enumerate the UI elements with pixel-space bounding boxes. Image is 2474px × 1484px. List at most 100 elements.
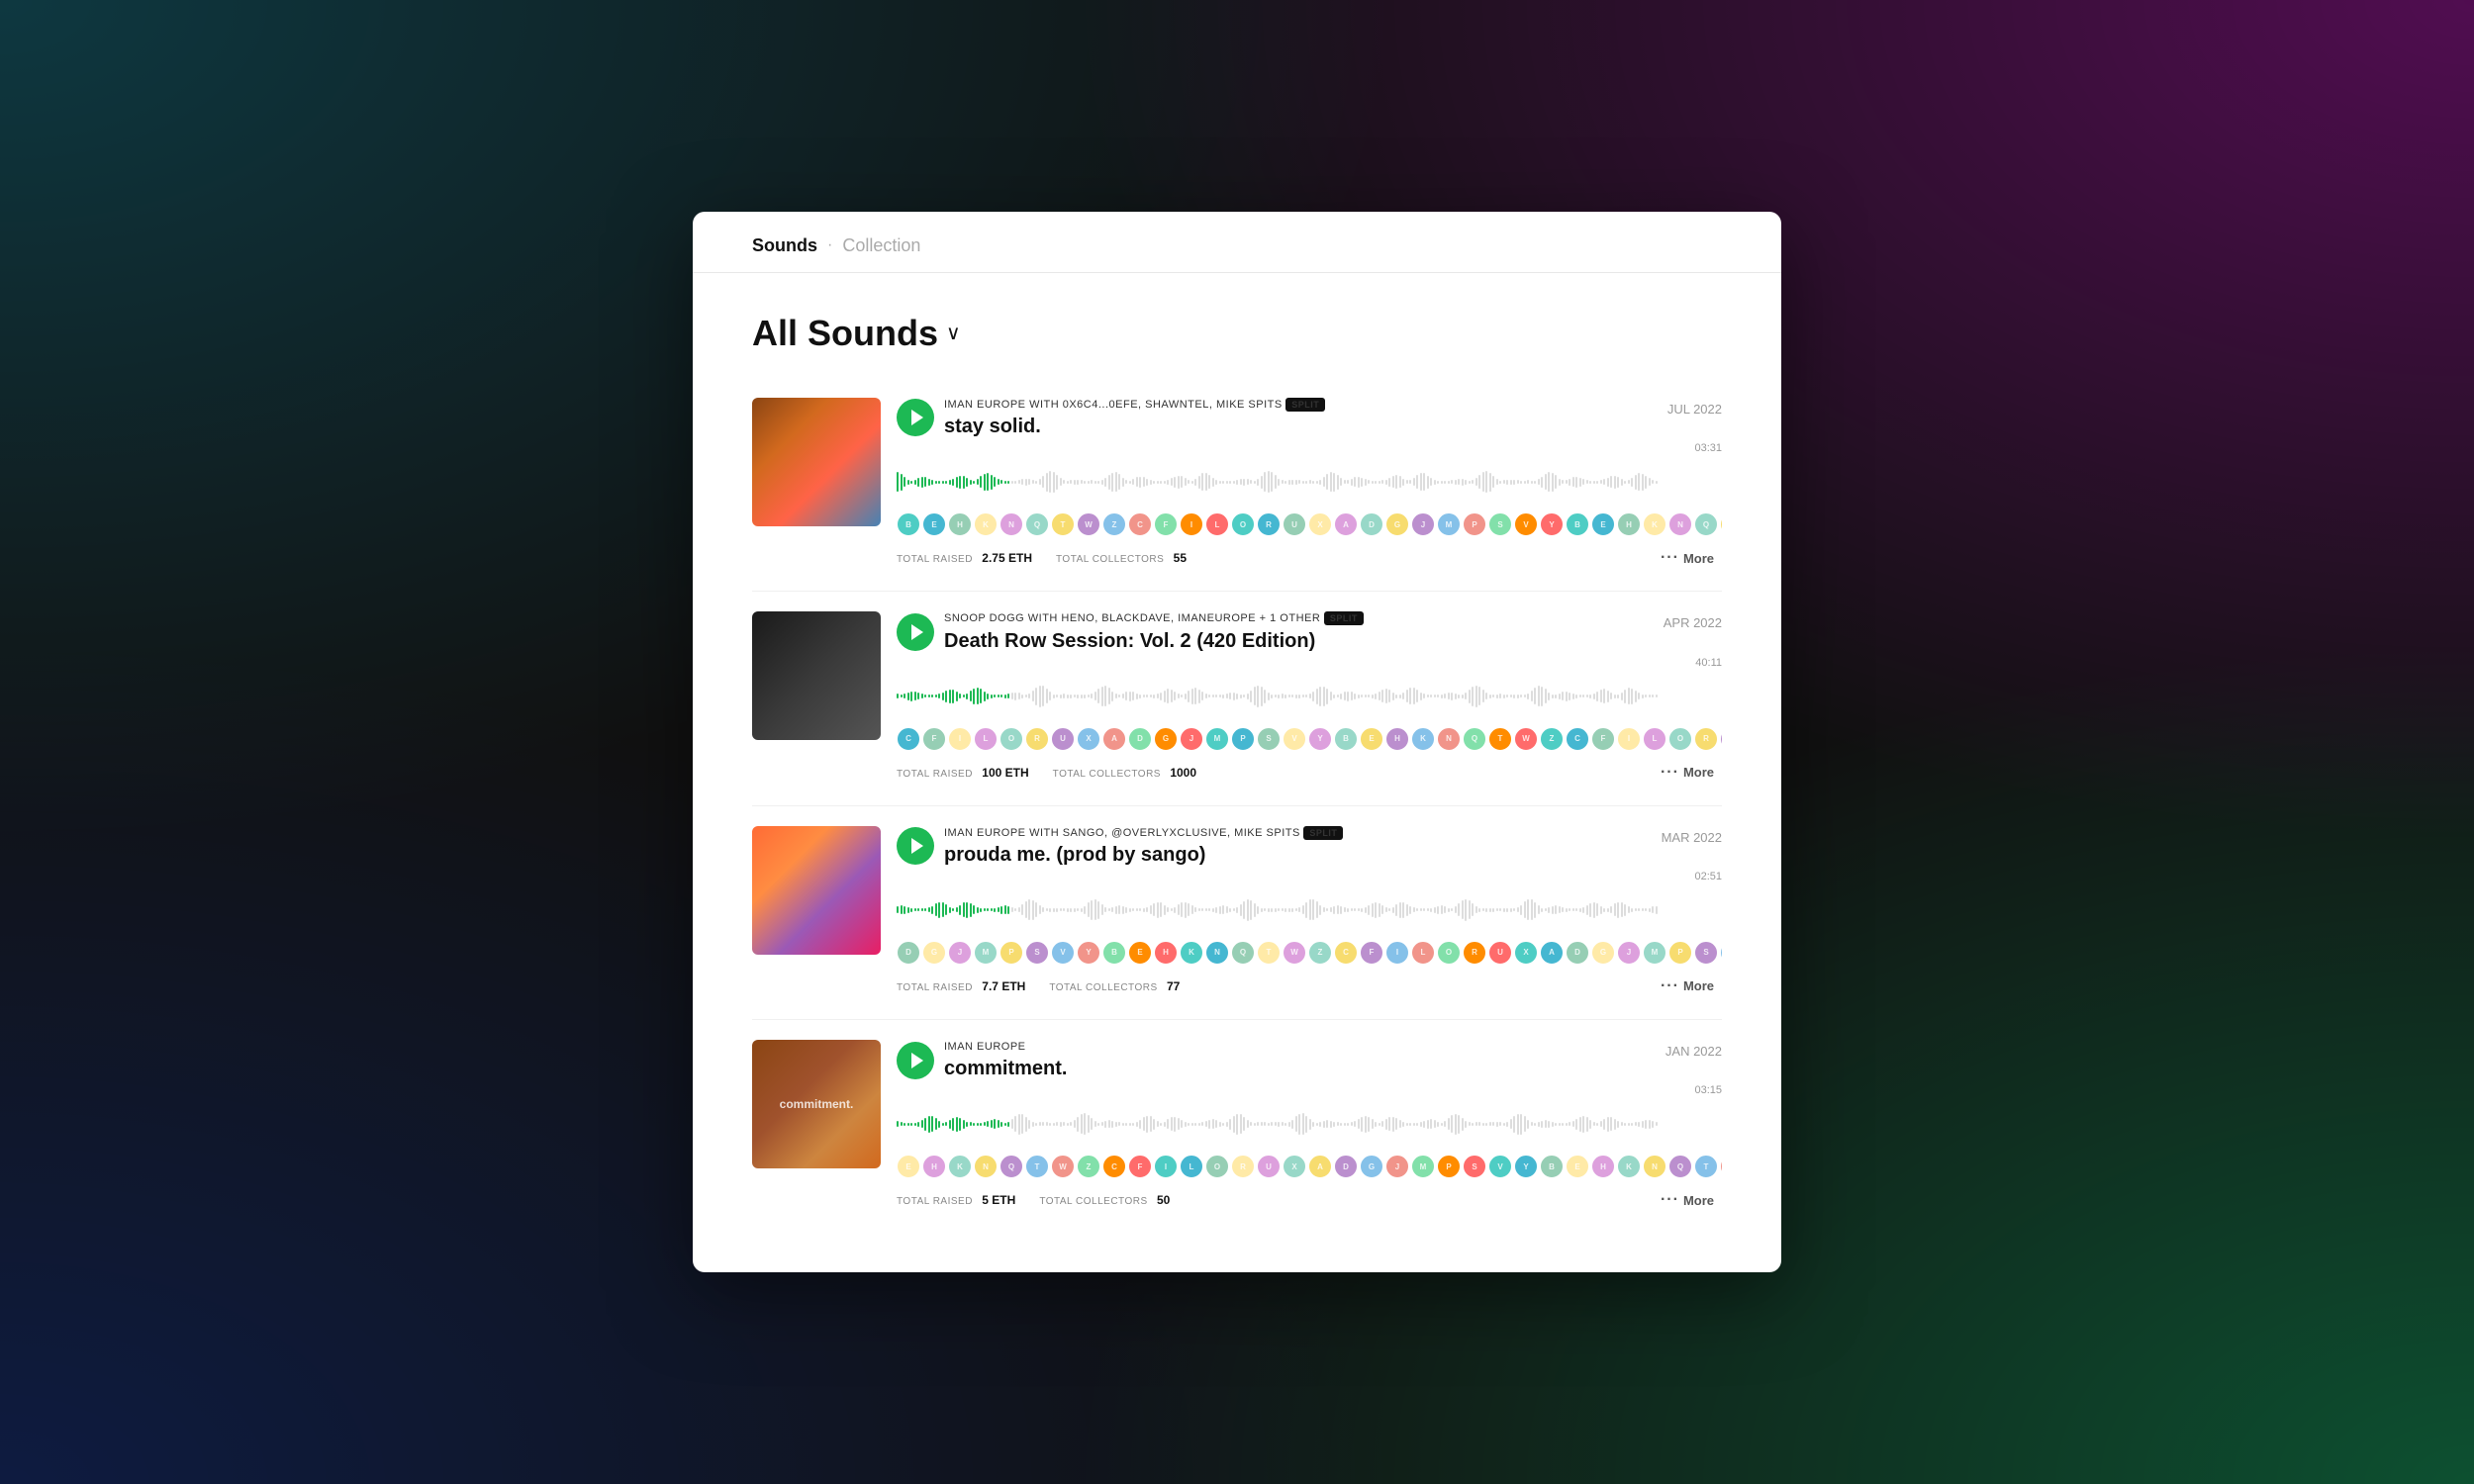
play-button-4[interactable] xyxy=(897,1042,934,1079)
more-dots-icon-1: ··· xyxy=(1661,549,1679,567)
collector-avatar: Q xyxy=(1025,512,1049,536)
collector-avatar: D xyxy=(1360,512,1383,536)
collector-avatar: F xyxy=(1591,727,1615,751)
main-panel: Sounds · Collection All Sounds ∨ xyxy=(693,212,1781,1273)
play-icon-1 xyxy=(911,410,923,425)
track-info-3: IMAN EUROPE WITH SANGO, @OVERLYXCLUSIVE,… xyxy=(944,826,1343,867)
collector-avatar: V xyxy=(1720,941,1722,965)
collector-avatar: P xyxy=(1668,941,1692,965)
collector-avatar: X xyxy=(1283,1155,1306,1178)
more-dots-icon-3: ··· xyxy=(1661,977,1679,995)
collector-avatar: S xyxy=(1463,1155,1486,1178)
collector-avatar: W xyxy=(1077,512,1100,536)
collector-avatar: Z xyxy=(1308,941,1332,965)
collector-avatar: C xyxy=(1334,941,1358,965)
play-icon-4 xyxy=(911,1053,923,1068)
play-button-1[interactable] xyxy=(897,399,934,436)
collectors-row-2: CFILORUXADGJMPSVYBEHKNQTWZCFILORUXADGJMP… xyxy=(897,726,1722,752)
collector-avatar: K xyxy=(974,512,998,536)
collectors-row-3: DGJMPSVYBEHKNQTWZCFILORUXADGJMPSVYBEHKNQ… xyxy=(897,940,1722,966)
collector-avatar: V xyxy=(1051,941,1075,965)
dropdown-arrow-icon[interactable]: ∨ xyxy=(946,321,961,345)
track-duration-1: 03:31 xyxy=(897,442,1722,454)
collector-avatar: R xyxy=(1257,512,1281,536)
collector-avatar: U xyxy=(1051,727,1075,751)
collector-avatar: T xyxy=(1488,727,1512,751)
collector-avatar: B xyxy=(897,512,920,536)
collector-avatar: Z xyxy=(1077,1155,1100,1178)
collector-avatar: V xyxy=(1488,1155,1512,1178)
track-title-1: stay solid. xyxy=(944,415,1325,438)
collector-avatar: F xyxy=(1360,941,1383,965)
more-button-4[interactable]: ··· More xyxy=(1653,1187,1722,1213)
track-date-2: APR 2022 xyxy=(1664,615,1722,630)
breadcrumb: Sounds · Collection xyxy=(693,212,1781,273)
collector-avatar: M xyxy=(974,941,998,965)
track-date-1: JUL 2022 xyxy=(1667,402,1722,417)
collector-avatar: C xyxy=(1566,727,1589,751)
collector-avatar: I xyxy=(1385,941,1409,965)
waveform-3 xyxy=(897,892,1722,932)
track-title-4: commitment. xyxy=(944,1057,1067,1080)
more-button-1[interactable]: ··· More xyxy=(1653,545,1722,571)
more-dots-icon-2: ··· xyxy=(1661,764,1679,782)
play-icon-3 xyxy=(911,838,923,854)
track-artwork-1 xyxy=(752,398,881,526)
collector-avatar: N xyxy=(1437,727,1461,751)
total-raised-label-3: TOTAL RAISED 7.7 ETH xyxy=(897,979,1025,993)
collector-avatar: B xyxy=(1566,512,1589,536)
play-button-2[interactable] xyxy=(897,613,934,651)
collector-avatar: A xyxy=(1308,1155,1332,1178)
track-date-4: JAN 2022 xyxy=(1665,1044,1722,1059)
collector-avatar: E xyxy=(897,1155,920,1178)
collector-avatar: N xyxy=(1668,512,1692,536)
track-meta-left-3: IMAN EUROPE WITH SANGO, @OVERLYXCLUSIVE,… xyxy=(897,826,1343,867)
collector-avatar: N xyxy=(1205,941,1229,965)
collector-avatar: P xyxy=(1437,1155,1461,1178)
collector-avatar: J xyxy=(1411,512,1435,536)
collector-avatar: X xyxy=(1077,727,1100,751)
split-badge-3: SPLIT xyxy=(1303,826,1343,840)
collector-avatar: G xyxy=(922,941,946,965)
collector-avatar: U xyxy=(1488,941,1512,965)
track-title-3: prouda me. (prod by sango) xyxy=(944,843,1343,867)
waveform-4 xyxy=(897,1106,1722,1146)
play-button-3[interactable] xyxy=(897,827,934,865)
collector-avatar: W xyxy=(1514,727,1538,751)
total-raised-label-4: TOTAL RAISED 5 ETH xyxy=(897,1193,1015,1207)
total-raised-label-1: TOTAL RAISED 2.75 ETH xyxy=(897,551,1032,565)
track-duration-4: 03:15 xyxy=(897,1084,1722,1096)
more-button-2[interactable]: ··· More xyxy=(1653,760,1722,786)
track-stats-4: TOTAL RAISED 5 ETH TOTAL COLLECTORS 50 xyxy=(897,1193,1170,1207)
collector-avatar: K xyxy=(1180,941,1203,965)
collector-avatar: R xyxy=(1463,941,1486,965)
collector-avatar: I xyxy=(948,727,972,751)
collector-avatar: F xyxy=(922,727,946,751)
collector-avatar: A xyxy=(1102,727,1126,751)
breadcrumb-sounds[interactable]: Sounds xyxy=(752,235,817,256)
collector-avatar: K xyxy=(948,1155,972,1178)
total-collectors-label-1: TOTAL COLLECTORS 55 xyxy=(1056,551,1187,565)
collector-avatar: T xyxy=(1051,512,1075,536)
track-artists-3: IMAN EUROPE WITH SANGO, @OVERLYXCLUSIVE,… xyxy=(944,826,1343,841)
track-footer-3: TOTAL RAISED 7.7 ETH TOTAL COLLECTORS 77… xyxy=(897,974,1722,999)
breadcrumb-collection[interactable]: Collection xyxy=(842,235,920,256)
collector-avatar: O xyxy=(1668,727,1692,751)
more-button-3[interactable]: ··· More xyxy=(1653,974,1722,999)
track-info-2: SNOOP DOGG WITH HENO, BLACKDAVE, IMANEUR… xyxy=(944,611,1364,652)
collector-avatar: W xyxy=(1720,1155,1722,1178)
collector-avatar: J xyxy=(1617,941,1641,965)
track-item-4: commitment. IMAN EUROPE commitment. xyxy=(752,1020,1722,1233)
track-title-2: Death Row Session: Vol. 2 (420 Edition) xyxy=(944,629,1364,653)
track-stats-2: TOTAL RAISED 100 ETH TOTAL COLLECTORS 10… xyxy=(897,766,1196,780)
collector-avatar: E xyxy=(922,512,946,536)
track-artists-1: IMAN EUROPE WITH 0X6C4...0EFE, SHAWNTEL,… xyxy=(944,398,1325,413)
collector-avatar: G xyxy=(1385,512,1409,536)
track-duration-3: 02:51 xyxy=(897,871,1722,882)
total-raised-label-2: TOTAL RAISED 100 ETH xyxy=(897,766,1029,780)
collector-avatar: K xyxy=(1643,512,1666,536)
total-collectors-label-2: TOTAL COLLECTORS 1000 xyxy=(1053,766,1196,780)
collector-avatar: O xyxy=(1231,512,1255,536)
collector-avatar: L xyxy=(1411,941,1435,965)
track-footer-2: TOTAL RAISED 100 ETH TOTAL COLLECTORS 10… xyxy=(897,760,1722,786)
